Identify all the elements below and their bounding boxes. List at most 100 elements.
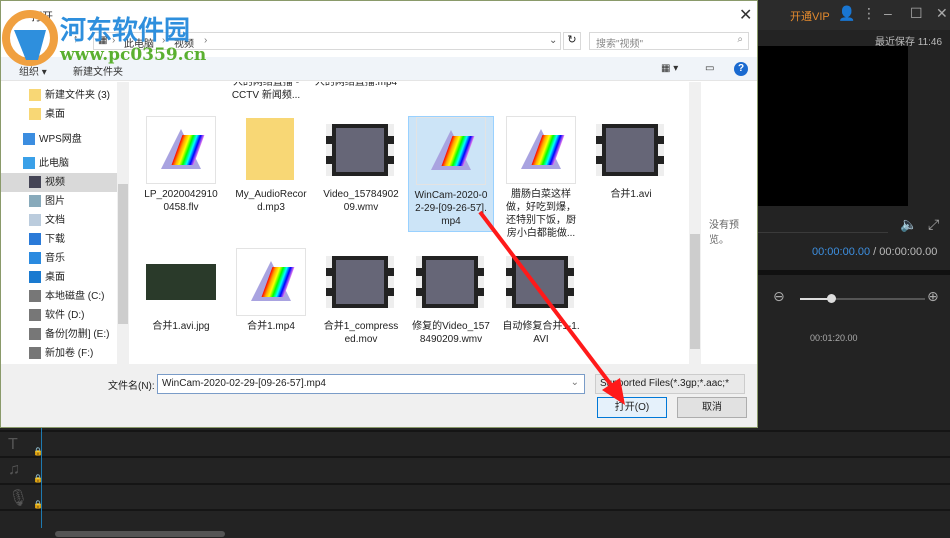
breadcrumb-this-pc[interactable]: 此电脑 [124,35,154,50]
file-item[interactable]: WinCam-2020-02-29-[09-26-57].mp4 [408,116,494,232]
nav-item-label: 文档 [45,215,65,226]
file-item[interactable]: 合并1.avi.jpg [138,248,224,333]
file-item[interactable]: LP_20200429100458.flv [138,116,224,214]
toolbar: 组织 ▾ 新建文件夹 ▦ ▾ ▭ ? [1,57,757,81]
filename-input[interactable]: WinCam-2020-02-29-[09-26-57].mp4 ⌄ [157,374,585,394]
file-item[interactable]: 腊肠白菜这样做，好吃到爆，还特别下饭，厨房小白都能做... [498,116,584,240]
file-name: 合并1.avi [610,189,652,200]
current-time: 00:00:00.00 [812,246,871,258]
cancel-button[interactable]: 取消 [677,397,747,418]
file-item[interactable]: 合并1_compressed.mov [318,248,404,346]
nav-item[interactable]: 新建文件夹 (3) [1,86,117,105]
vip-button[interactable]: 开通VIP [790,8,830,24]
zoom-out-icon[interactable]: ⊖ [773,288,785,305]
computer-icon [23,157,35,169]
user-icon[interactable]: 👤 [838,5,855,22]
filetype-select[interactable]: Supported Files(*.3gp;*.aac;* [595,374,745,394]
prism-thumbnail-icon [146,116,216,184]
nav-item[interactable]: 音乐 [1,249,117,268]
filename-label: 文件名(N): [108,381,155,392]
film-thumbnail-icon [506,248,576,316]
nav-item-label: 备份[勿删] (E:) [45,329,110,340]
nav-item-label: 本地磁盘 (C:) [45,291,105,302]
timeline-scrollbar[interactable] [55,531,225,537]
nav-scrollbar-thumb[interactable] [118,184,128,324]
nav-item[interactable]: 软件 (D:) [1,306,117,325]
nav-item[interactable]: 备份[勿删] (E:) [1,325,117,344]
track-divider [0,430,950,432]
file-name: 自动修复合并1-1.AVI [502,321,580,345]
chevron-down-icon[interactable]: ⌄ [571,377,579,388]
nav-item[interactable]: 图片 [1,192,117,211]
file-name: 合并1.mp4 [247,321,295,332]
file-name: WinCam-2020-02-29-[09-26-57].mp4 [414,190,488,227]
close-icon[interactable]: ✕ [739,5,752,25]
nav-item[interactable]: 本地磁盘 (C:) [1,287,117,306]
more-icon[interactable]: ⋮ [862,5,876,22]
nav-item[interactable]: 下载 [1,230,117,249]
file-item[interactable]: 自动修复合并1-1.AVI [498,248,584,346]
prism-thumbnail-icon [236,248,306,316]
desktop-icon [29,271,41,283]
playhead[interactable] [41,428,42,528]
app-close-icon[interactable]: ✕ [936,5,948,22]
no-preview-text: 没有预览。 [709,220,739,246]
file-item[interactable]: 修复的Video_1578490209.wmv [408,248,494,346]
nav-item-label: 下载 [45,234,65,245]
volume-icon[interactable]: 🔈 [900,216,917,233]
music-icon [29,252,41,264]
search-input[interactable]: 搜索"视频" ⌕ [589,32,749,50]
nav-item-label: 此电脑 [39,158,69,169]
nav-item[interactable]: 视频 [1,173,117,192]
maximize-icon[interactable]: ☐ [910,5,923,22]
video-folder-icon: ▦ [98,35,108,46]
file-scrollbar-thumb[interactable] [690,234,700,349]
chevron-down-icon[interactable]: ⌄ [549,35,557,46]
nav-item[interactable]: 桌面 [1,268,117,287]
file-item[interactable]: 人的网络直播.mp4 [313,82,399,89]
breadcrumb-videos[interactable]: 视频 [174,35,194,50]
view-options-icon[interactable]: ▦ ▾ [661,63,678,74]
nav-item-label: WPS网盘 [39,134,82,145]
file-name: 修复的Video_1578490209.wmv [412,321,490,345]
fullscreen-icon[interactable]: ⤢ [928,216,939,233]
nav-item-label: 图片 [45,196,65,207]
address-bar[interactable]: ▦ › 此电脑 › 视频 › ⌄ [93,32,561,50]
file-item[interactable]: 合并1.mp4 [228,248,314,333]
file-item[interactable]: My_AudioRecord.mp3 [228,116,314,214]
refresh-button[interactable]: ↻ [563,32,581,50]
open-button[interactable]: 打开(O) [597,397,667,418]
drive-icon [29,347,41,359]
preview-pane-icon[interactable]: ▭ [705,63,714,74]
nav-item-label: 桌面 [45,272,65,283]
zoom-in-icon[interactable]: ⊕ [927,288,939,305]
new-folder-button[interactable]: 新建文件夹 [73,63,123,78]
video-preview [758,46,908,206]
nav-item[interactable]: WPS网盘 [1,130,117,149]
file-item[interactable]: 人的网络直播 - CCTV 新闻频... [223,82,309,102]
file-item[interactable]: Video_1578490209.wmv [318,116,404,214]
help-icon[interactable]: ? [734,62,748,76]
nav-item[interactable]: 文档 [1,211,117,230]
track-divider [0,456,950,458]
nav-item[interactable]: 桌面 [1,105,117,124]
progress-line[interactable] [758,232,888,233]
zoom-slider-knob[interactable] [827,294,836,303]
file-item[interactable]: 合并1.avi [588,116,674,201]
track-divider [0,509,950,511]
file-name: 合并1.avi.jpg [152,321,210,332]
file-name: 人的网络直播 - CCTV 新闻频... [231,82,301,101]
nav-item[interactable]: 此电脑 [1,154,117,173]
timeline-ruler-label: 00:01:20.00 [810,333,858,343]
file-name: LP_20200429100458.flv [144,189,218,213]
drive-icon [29,328,41,340]
drive-icon [29,309,41,321]
folder-thumbnail-icon [236,116,306,184]
minimize-icon[interactable]: – [884,5,892,21]
folder-icon [29,108,41,120]
up-icon[interactable]: ↑ [73,33,79,45]
image-thumbnail-icon [146,248,216,316]
file-name: 合并1_compressed.mov [323,321,399,345]
organize-button[interactable]: 组织 ▾ [19,63,47,78]
nav-item[interactable]: 新加卷 (F:) [1,344,117,363]
